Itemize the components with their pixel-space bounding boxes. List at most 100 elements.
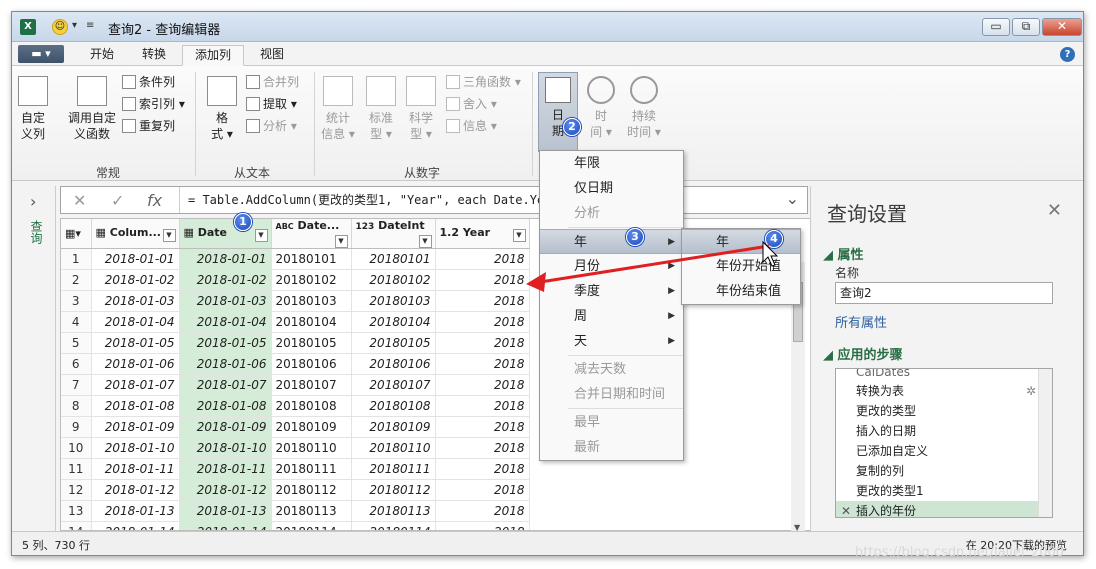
row-number[interactable]: 2: [61, 269, 92, 291]
row-number[interactable]: 12: [61, 479, 92, 501]
row-number[interactable]: 8: [61, 395, 92, 417]
table-cell[interactable]: 2018-01-12: [91, 479, 180, 501]
file-menu-button[interactable]: ▬ ▾: [18, 45, 64, 63]
step-item[interactable]: CalDates: [836, 369, 1052, 381]
table-row[interactable]: 5 2018-01-05 2018-01-05 20180105 20180105 201…: [61, 332, 530, 354]
tab-home[interactable]: 开始: [78, 45, 126, 66]
duplicate-column-button[interactable]: 重复列: [122, 116, 175, 136]
restore-button[interactable]: ⧉: [1012, 18, 1040, 36]
table-cell[interactable]: 2018: [435, 311, 530, 333]
table-cell[interactable]: 2018-01-11: [91, 458, 180, 480]
information-button[interactable]: 信息 ▾: [446, 116, 497, 136]
row-number[interactable]: 1: [61, 248, 92, 270]
table-cell[interactable]: 2018-01-12: [179, 479, 272, 501]
row-number[interactable]: 7: [61, 374, 92, 396]
parse-button[interactable]: 分析 ▾: [246, 116, 297, 136]
merge-columns-button[interactable]: 合并列: [246, 72, 299, 92]
table-cell[interactable]: 20180105: [271, 332, 352, 354]
table-cell[interactable]: 20180102: [271, 269, 352, 291]
table-cell[interactable]: 2018-01-05: [179, 332, 272, 354]
table-cell[interactable]: 2018: [435, 458, 530, 480]
table-cell[interactable]: 20180111: [271, 458, 352, 480]
date-menu-item[interactable]: 分析: [540, 201, 683, 226]
table-cell[interactable]: 20180108: [271, 395, 352, 417]
table-cell[interactable]: 2018: [435, 437, 530, 459]
standard-button[interactable]: 标准 型 ▾: [366, 76, 396, 142]
table-cell[interactable]: 20180111: [351, 458, 436, 480]
gear-icon[interactable]: ✲: [1026, 381, 1036, 401]
table-cell[interactable]: 2018-01-08: [179, 395, 272, 417]
table-cell[interactable]: 2018-01-13: [179, 500, 272, 522]
filter-dropdown-icon[interactable]: ▼: [162, 228, 176, 242]
customize-toolbar-icon[interactable]: ≡: [86, 20, 94, 31]
table-cell[interactable]: 2018: [435, 290, 530, 312]
date-menu-item[interactable]: 周 ▶: [540, 304, 683, 329]
date-menu-item[interactable]: 最新: [540, 435, 683, 460]
table-cell[interactable]: 20180103: [271, 290, 352, 312]
table-cell[interactable]: 20180102: [351, 269, 436, 291]
minimize-button[interactable]: ▭: [982, 18, 1010, 36]
table-cell[interactable]: 20180107: [271, 374, 352, 396]
filter-dropdown-icon[interactable]: ▼: [418, 235, 432, 248]
date-button[interactable]: 日 期: [538, 72, 578, 152]
table-cell[interactable]: 2018-01-02: [91, 269, 180, 291]
step-item[interactable]: 转换为表 ✲: [836, 381, 1052, 401]
statistics-button[interactable]: 统计 信息 ▾: [320, 76, 356, 142]
table-cell[interactable]: 2018: [435, 521, 530, 530]
table-row[interactable]: 2 2018-01-02 2018-01-02 20180102 20180102 201…: [61, 269, 530, 291]
step-item[interactable]: 复制的列: [836, 461, 1052, 481]
table-cell[interactable]: 2018-01-11: [179, 458, 272, 480]
confirm-formula-icon[interactable]: ✓: [111, 191, 124, 210]
table-cell[interactable]: 20180112: [351, 479, 436, 501]
table-row[interactable]: 10 2018-01-10 2018-01-10 20180110 20180110 20…: [61, 437, 530, 459]
invoke-custom-function-button[interactable]: 调用自定 义函数: [64, 76, 120, 142]
formula-bar[interactable]: ✕ ✓ fx = Table.AddColumn(更改的类型1, "Year",…: [60, 186, 808, 214]
table-cell[interactable]: 2018: [435, 332, 530, 354]
date-menu-item[interactable]: 年 ▶: [540, 229, 683, 254]
all-properties-link[interactable]: 所有属性: [835, 312, 887, 331]
step-item[interactable]: 插入的日期: [836, 421, 1052, 441]
step-item-selected[interactable]: ✕ 插入的年份: [836, 501, 1052, 517]
table-cell[interactable]: 2018-01-09: [179, 416, 272, 438]
table-cell[interactable]: 2018-01-04: [91, 311, 180, 333]
row-number[interactable]: 14: [61, 521, 92, 530]
table-row[interactable]: 3 2018-01-03 2018-01-03 20180103 20180103 201…: [61, 290, 530, 312]
help-icon[interactable]: ?: [1060, 47, 1075, 62]
applied-steps-section[interactable]: ◢ 应用的步骤: [823, 344, 903, 363]
filter-dropdown-icon[interactable]: ▼: [254, 228, 268, 242]
table-cell[interactable]: 2018: [435, 374, 530, 396]
table-cell[interactable]: 20180106: [351, 353, 436, 375]
conditional-column-button[interactable]: 条件列: [122, 72, 175, 92]
table-cell[interactable]: 20180109: [351, 416, 436, 438]
step-item[interactable]: 更改的类型: [836, 401, 1052, 421]
column-header-dateint[interactable]: 123 DateInt ▼: [351, 219, 436, 249]
table-cell[interactable]: 2018-01-04: [179, 311, 272, 333]
table-cell[interactable]: 2018-01-09: [91, 416, 180, 438]
filter-dropdown-icon[interactable]: ▼: [334, 235, 348, 248]
row-number[interactable]: 9: [61, 416, 92, 438]
tab-view[interactable]: 视图: [248, 45, 296, 66]
table-cell[interactable]: 2018: [435, 479, 530, 501]
table-cell[interactable]: 20180110: [271, 437, 352, 459]
table-row[interactable]: 4 2018-01-04 2018-01-04 20180104 20180104 201…: [61, 311, 530, 333]
table-cell[interactable]: 2018-01-10: [91, 437, 180, 459]
expand-nav-icon[interactable]: ›: [30, 192, 36, 211]
expand-formula-icon[interactable]: ⌄: [786, 189, 799, 208]
steps-scrollbar[interactable]: [1038, 369, 1052, 517]
table-row[interactable]: 9 2018-01-09 2018-01-09 20180109 20180109 201…: [61, 416, 530, 438]
table-cell[interactable]: 2018-01-07: [179, 374, 272, 396]
table-row[interactable]: 13 2018-01-13 2018-01-13 20180113 20180113 20…: [61, 500, 530, 522]
column-header-date[interactable]: ▦ Date ▼: [179, 219, 272, 249]
table-cell[interactable]: 20180107: [351, 374, 436, 396]
date-menu-item[interactable]: 季度 ▶: [540, 279, 683, 304]
close-button[interactable]: ✕: [1042, 18, 1082, 36]
table-cell[interactable]: 2018-01-13: [91, 500, 180, 522]
queries-nav-pane[interactable]: › 查询: [12, 186, 56, 531]
trigonometry-button[interactable]: 三角函数 ▾: [446, 72, 521, 92]
table-cell[interactable]: 2018: [435, 353, 530, 375]
table-cell[interactable]: 2018-01-14: [91, 521, 180, 530]
table-cell[interactable]: 2018-01-03: [91, 290, 180, 312]
date-menu-item[interactable]: 合并日期和时间: [540, 382, 683, 407]
select-all-header[interactable]: ▦▾: [61, 219, 92, 249]
table-cell[interactable]: 20180114: [271, 521, 352, 530]
